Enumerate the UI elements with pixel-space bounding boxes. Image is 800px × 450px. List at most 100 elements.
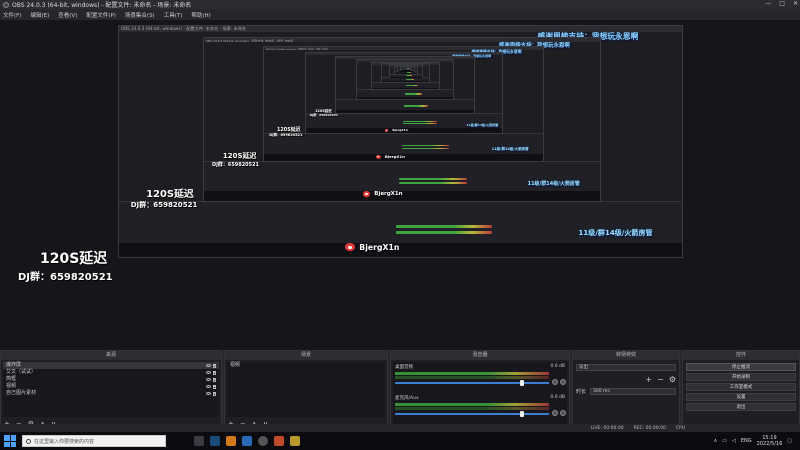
volume-icon[interactable]: ◁ [732,438,736,444]
settings-button[interactable]: 设置 [686,393,796,401]
list-item[interactable]: 简框 [3,376,219,383]
studio-mode-button[interactable]: 工作室模式 [686,383,796,391]
transition-select[interactable]: 淡出 [576,364,676,371]
add-icon[interactable]: + [645,375,652,384]
nested-meter [405,92,422,94]
volume-slider[interactable] [395,382,549,384]
folder-icon[interactable] [290,436,300,446]
nested-dj-label: DJ群：659820521 [269,132,303,137]
nested-dj-label: DJ群：659820521 [211,161,259,168]
eye-icon[interactable] [206,377,211,381]
weibo-text: BjergX1n [392,128,408,133]
notification-icon[interactable]: ▢ [787,438,792,444]
app-icon[interactable] [274,436,284,446]
lock-icon[interactable] [213,370,216,375]
eye-icon[interactable] [206,391,211,395]
volume-knob[interactable] [519,380,524,386]
gear-icon[interactable] [560,410,566,416]
live-status: LIVE: 00:00:00 [590,425,624,431]
rec-status: REC: 00:00:00 [633,425,666,431]
menu-help[interactable]: 帮助(H) [191,11,210,19]
speaker-icon[interactable] [552,379,558,385]
nested-fans-banner: 11级/群14级/火箭房管 [466,123,499,128]
lock-icon[interactable] [213,377,216,382]
cpu-status: CPU [675,425,685,431]
chevron-up-icon[interactable]: ∧ [714,438,718,444]
sources-header: 场景 [225,351,387,360]
nested-taskbar [356,96,454,99]
lock-icon[interactable] [213,363,216,368]
eye-icon[interactable] [206,384,211,388]
mixer-dock: 混音器 桌面音频 0.0 dB 麦克风/Aux 0.0 dB [390,350,570,432]
nested-weibo-handle: BjergX1n [345,243,399,252]
thanks-banner: 感谢周榜支持：我想玩永恩啊 [594,20,737,22]
network-icon[interactable]: ▭ [722,438,727,444]
mixer-track-desktop: 桌面音频 0.0 dB [393,364,567,392]
nested-delay-label: 120S延迟 [146,189,194,201]
lock-icon[interactable] [213,384,216,389]
nested-dj-label: DJ群：659820521 [309,113,339,118]
status-bar: LIVE: 00:00:00 REC: 00:00:00 CPU [0,424,800,432]
obs-logo-icon [3,1,9,8]
speaker-icon[interactable] [552,410,558,416]
remove-icon[interactable]: − [657,375,664,384]
list-item[interactable]: 视频 [3,383,219,390]
menu-view[interactable]: 查看(V) [58,11,77,19]
volume-meter [395,407,549,410]
menu-file[interactable]: 文件(F) [3,11,21,19]
list-item[interactable]: 自己图片素材 [3,390,219,397]
steam-icon[interactable] [210,436,220,446]
windows-start-icon[interactable] [4,435,16,447]
mixer-track-mic: 麦克风/Aux 0.0 dB [393,395,567,423]
list-item[interactable]: 艾文（试试） [3,369,219,376]
nested-fans-banner: 11级/群14级/火箭房管 [491,146,529,151]
gear-icon[interactable] [560,379,566,385]
nested-meter [399,178,467,181]
nested-meter [395,225,492,228]
preview-canvas[interactable]: OBS 24.0.3 (64-bit, windows) - 配置文件: 未命名… [0,20,800,350]
title-bar[interactable]: OBS 24.0.3 (64-bit, windows) - 配置文件: 未命名… [0,0,800,9]
gear-icon[interactable]: ⚙ [669,375,676,384]
menu-profile[interactable]: 配置文件(P) [86,11,116,19]
maximize-button[interactable]: □ [779,0,785,7]
app-icon[interactable] [242,436,252,446]
transitions-header: 转场特效 [573,351,679,360]
minimize-button[interactable]: — [765,0,771,7]
weibo-text: BjergX1n [374,190,403,197]
volume-knob[interactable] [519,411,524,417]
weibo-text: BjergX1n [384,154,405,160]
start-recording-button[interactable]: 开始录制 [686,373,796,381]
menu-edit[interactable]: 编辑(E) [30,11,49,19]
weibo-text: BjergX1n [359,242,400,252]
controls-dock: 控件 停止推流 开始录制 工作室模式 设置 退出 [682,350,800,432]
clock-date: 2022/5/16 [756,441,783,447]
nested-taskbar [119,243,682,257]
menu-tools[interactable]: 工具(T) [164,11,183,19]
nested-meter [399,182,467,184]
obs-icon[interactable] [258,436,268,446]
exit-button[interactable]: 退出 [686,403,796,411]
menu-scene-collection[interactable]: 场景集合(S) [125,11,155,19]
nested-delay-label: 120S延迟 [222,151,257,160]
nested-fans-banner: 11级/群14级/火箭房管 [527,181,580,188]
list-item[interactable]: 视频 [227,362,385,369]
stop-streaming-button[interactable]: 停止推流 [686,363,796,371]
clock[interactable]: 15:19 2022/5/16 [757,435,783,447]
volume-slider[interactable] [395,413,549,415]
nested-fans-banner: 11级/群14级/火箭房管 [578,227,653,237]
eye-icon[interactable] [206,370,211,374]
close-button[interactable]: ✕ [793,0,798,7]
window-controls: — □ ✕ [765,0,798,7]
task-view-icon[interactable] [194,436,204,446]
list-item[interactable]: 爆炸屏 [3,362,219,369]
nested-weibo-handle: BjergX1n [384,128,408,133]
language-indicator[interactable]: ENG [741,438,752,444]
taskbar-search[interactable]: 在这里输入你要搜索的内容 [22,435,166,447]
lock-icon[interactable] [213,391,216,396]
game-icon[interactable] [226,436,236,446]
eye-icon[interactable] [206,363,211,367]
search-placeholder: 在这里输入你要搜索的内容 [34,438,95,445]
transitions-dock: 转场特效 淡出 + − ⚙ 时长 300 ms [572,350,680,432]
nested-meter [406,78,415,80]
duration-field[interactable]: 300 ms [590,388,676,395]
